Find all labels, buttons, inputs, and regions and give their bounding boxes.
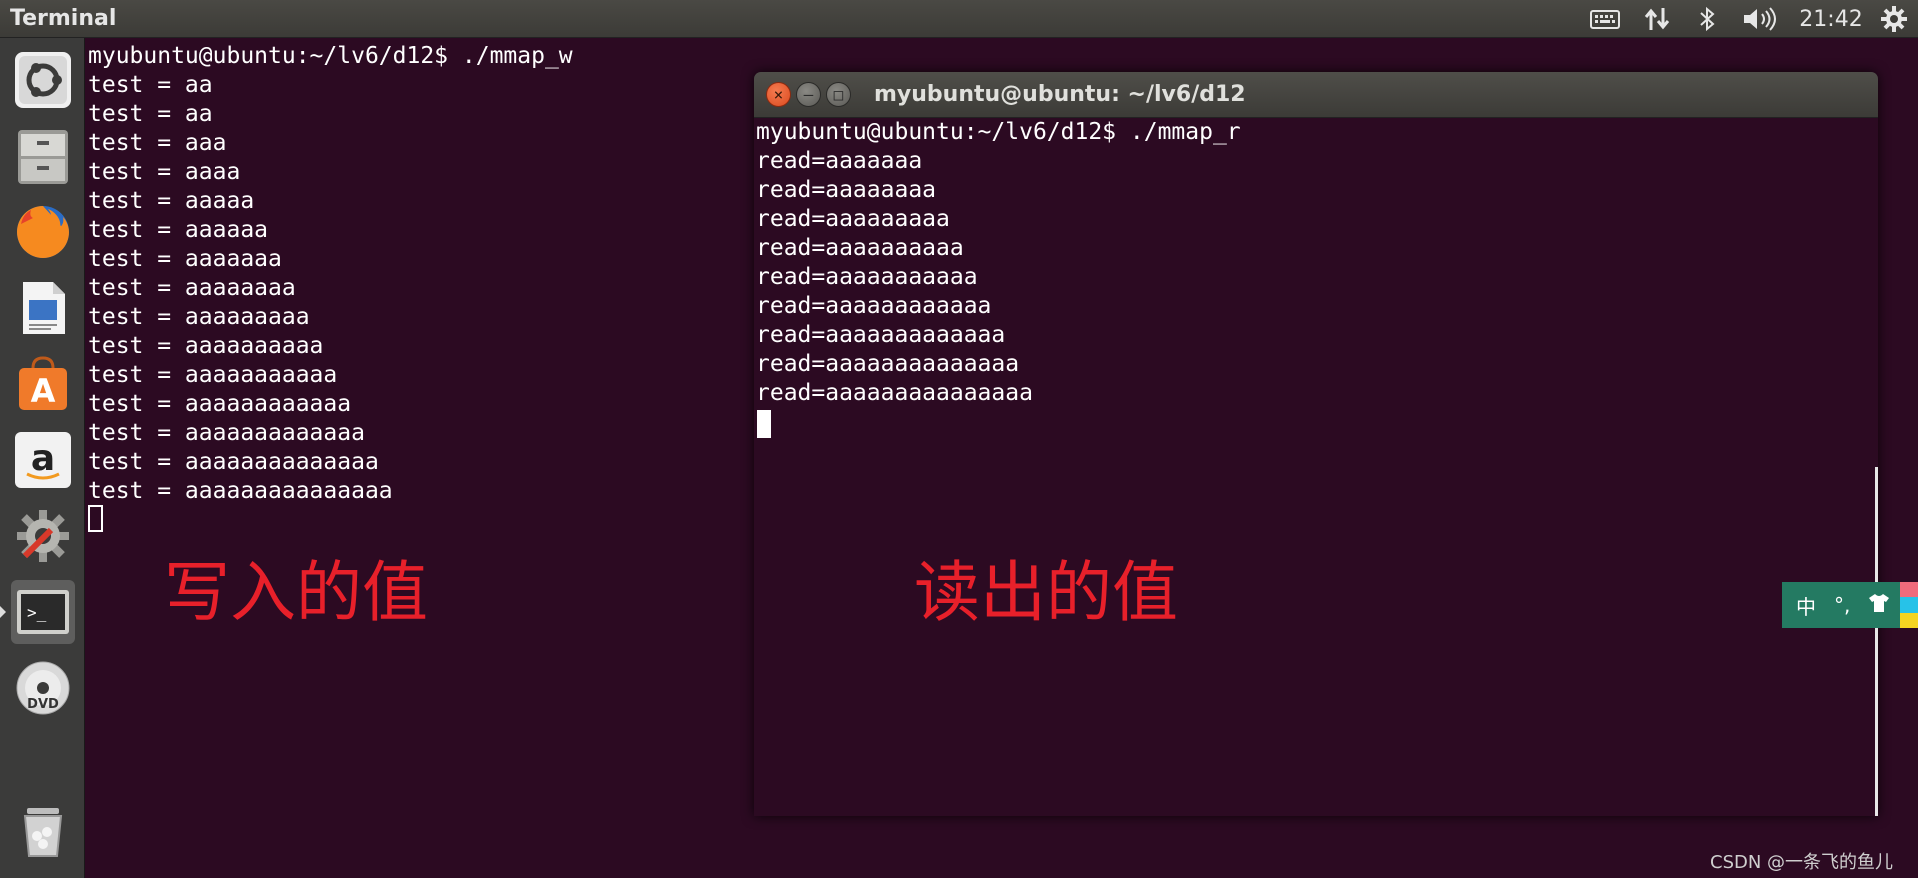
terminal-line: test = aaaaaaaaaaaaaa [88, 449, 379, 475]
background-terminal-cursor [88, 505, 103, 532]
shirt-icon[interactable] [1868, 593, 1890, 618]
libreoffice-writer-icon[interactable] [11, 276, 75, 340]
terminal-icon-glyph: >_ [27, 603, 47, 622]
terminal-line: test = aa [88, 72, 213, 98]
close-button[interactable]: × [766, 82, 791, 107]
software-center-icon[interactable]: A [11, 352, 75, 416]
amazon-letter: a [31, 438, 55, 479]
minimize-button[interactable]: – [796, 82, 821, 107]
terminal-line: test = aaaaaaaa [88, 275, 296, 301]
terminal-line: read=aaaaaaaaaa [756, 235, 964, 261]
ime-mode-toggle[interactable]: 中 [1796, 591, 1816, 620]
maximize-button[interactable]: □ [826, 82, 851, 107]
terminal-line: test = aaaaaaa [88, 246, 282, 272]
clock[interactable]: 21:42 [1796, 4, 1866, 34]
maximize-icon: □ [833, 84, 844, 104]
close-icon: × [773, 84, 784, 104]
window-title: myubuntu@ubuntu: ~/lv6/d12 [874, 82, 1246, 107]
terminal-line: read=aaaaaaaaaaaa [756, 293, 992, 319]
trash-icon[interactable] [11, 800, 75, 864]
dvd-label: DVD [27, 697, 59, 712]
terminal-line: read=aaaaaaaaaaaaaa [756, 351, 1020, 377]
terminal-line: myubuntu@ubuntu:~/lv6/d12$ ./mmap_r [756, 119, 1241, 145]
active-indicator [0, 606, 6, 618]
front-terminal-output: myubuntu@ubuntu:~/lv6/d12$ ./mmap_r read=… [756, 118, 1241, 408]
write-value-annotation: 写入的值 [164, 554, 428, 631]
input-method-toolbar[interactable]: 中 °, [1782, 582, 1900, 628]
keyboard-icon[interactable] [1588, 4, 1622, 34]
ime-color-strip [1900, 582, 1918, 628]
front-terminal-titlebar[interactable]: × – □ myubuntu@ubuntu: ~/lv6/d12 [754, 72, 1878, 118]
files-icon[interactable] [11, 124, 75, 188]
app-title: Terminal [10, 6, 117, 31]
terminal-line: read=aaaaaaaaaaaaa [756, 322, 1006, 348]
terminal-line: test = aa [88, 101, 213, 127]
gear-icon[interactable] [1876, 4, 1912, 34]
ime-punctuation-toggle[interactable]: °, [1834, 593, 1850, 617]
terminal-icon[interactable]: >_ [11, 580, 75, 644]
launcher: A a >_ DVD [0, 38, 85, 878]
terminal-line: test = aaaaaaaaaaaaa [88, 420, 365, 446]
terminal-line: myubuntu@ubuntu:~/lv6/d12$ ./mmap_w [88, 43, 573, 69]
dvd-icon[interactable]: DVD [11, 656, 75, 720]
ubuntu-dash-icon[interactable] [11, 48, 75, 112]
terminal-line: read=aaaaaaaaaaaaaaa [756, 380, 1033, 406]
watermark: CSDN @一条飞的鱼儿 [1710, 852, 1894, 873]
volume-icon[interactable] [1740, 4, 1780, 34]
terminal-line: read=aaaaaaaaa [756, 206, 950, 232]
terminal-line: test = aaaaaa [88, 217, 269, 243]
system-settings-icon[interactable] [11, 504, 75, 568]
network-arrows-icon[interactable] [1640, 4, 1674, 34]
terminal-line: test = aaaaaaaaaaaa [88, 391, 352, 417]
top-panel: Terminal 21:42 [0, 0, 1918, 38]
bluetooth-icon[interactable] [1692, 4, 1722, 34]
front-terminal-window[interactable]: × – □ myubuntu@ubuntu: ~/lv6/d12 myubunt… [754, 72, 1878, 816]
terminal-line: test = aaaaaaaaa [88, 304, 310, 330]
front-terminal-scrollbar[interactable] [1875, 467, 1878, 816]
terminal-line: read=aaaaaaa [756, 148, 923, 174]
terminal-line: test = aaaa [88, 159, 241, 185]
software-center-letter: A [31, 372, 56, 410]
terminal-line: test = aaaaaaaaaaa [88, 362, 338, 388]
background-terminal-output: myubuntu@ubuntu:~/lv6/d12$ ./mmap_wtest … [88, 42, 573, 506]
terminal-line: test = aaa [88, 130, 227, 156]
read-value-annotation: 读出的值 [914, 554, 1178, 631]
terminal-line: read=aaaaaaaaaaa [756, 264, 978, 290]
terminal-line: read=aaaaaaaa [756, 177, 937, 203]
terminal-line: test = aaaaaaaaaaaaaaa [88, 478, 393, 504]
front-terminal-cursor [757, 410, 771, 438]
clock-text: 21:42 [1799, 6, 1863, 32]
minimize-icon: – [803, 84, 814, 104]
firefox-icon[interactable] [11, 200, 75, 264]
terminal-line: test = aaaaa [88, 188, 255, 214]
amazon-icon[interactable]: a [11, 428, 75, 492]
terminal-line: test = aaaaaaaaaa [88, 333, 324, 359]
